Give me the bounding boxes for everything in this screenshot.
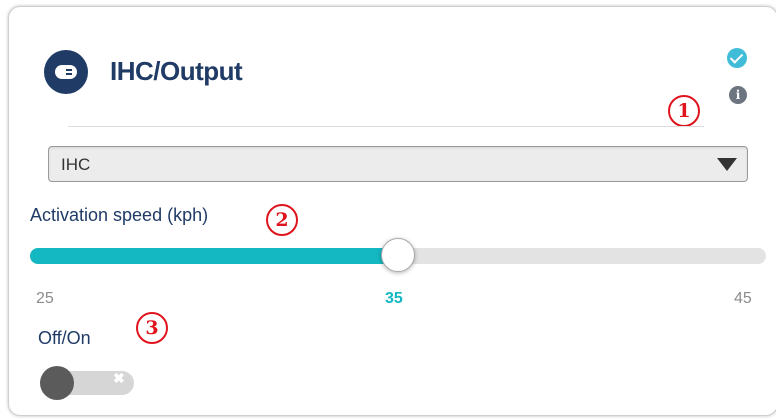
- off-on-toggle[interactable]: ✖: [40, 366, 134, 400]
- annotation-marker-3: 3: [136, 312, 168, 344]
- slider-min-label: 25: [36, 290, 54, 307]
- mode-select-value: IHC: [61, 155, 91, 174]
- slider-thumb[interactable]: [381, 238, 415, 272]
- dropdown-arrow-icon[interactable]: [717, 158, 737, 171]
- slider-max-label: 45: [734, 290, 752, 307]
- mode-select[interactable]: IHC: [48, 146, 748, 182]
- check-circle-icon: [727, 48, 747, 68]
- close-icon: ✖: [113, 370, 125, 386]
- card-title: IHC/Output: [110, 56, 243, 86]
- toggle-label: Off/On: [38, 328, 91, 348]
- toggle-knob[interactable]: [40, 366, 74, 400]
- header-divider: [68, 126, 704, 127]
- info-icon[interactable]: i: [729, 86, 747, 104]
- activation-speed-label: Activation speed (kph): [30, 205, 209, 225]
- annotation-marker-2: 2: [266, 204, 298, 236]
- slider-value-label: 35: [385, 290, 403, 307]
- annotation-marker-1: 1: [668, 95, 700, 127]
- output-icon: [44, 50, 88, 94]
- activation-speed-slider[interactable]: [30, 238, 766, 272]
- slider-fill: [30, 248, 398, 264]
